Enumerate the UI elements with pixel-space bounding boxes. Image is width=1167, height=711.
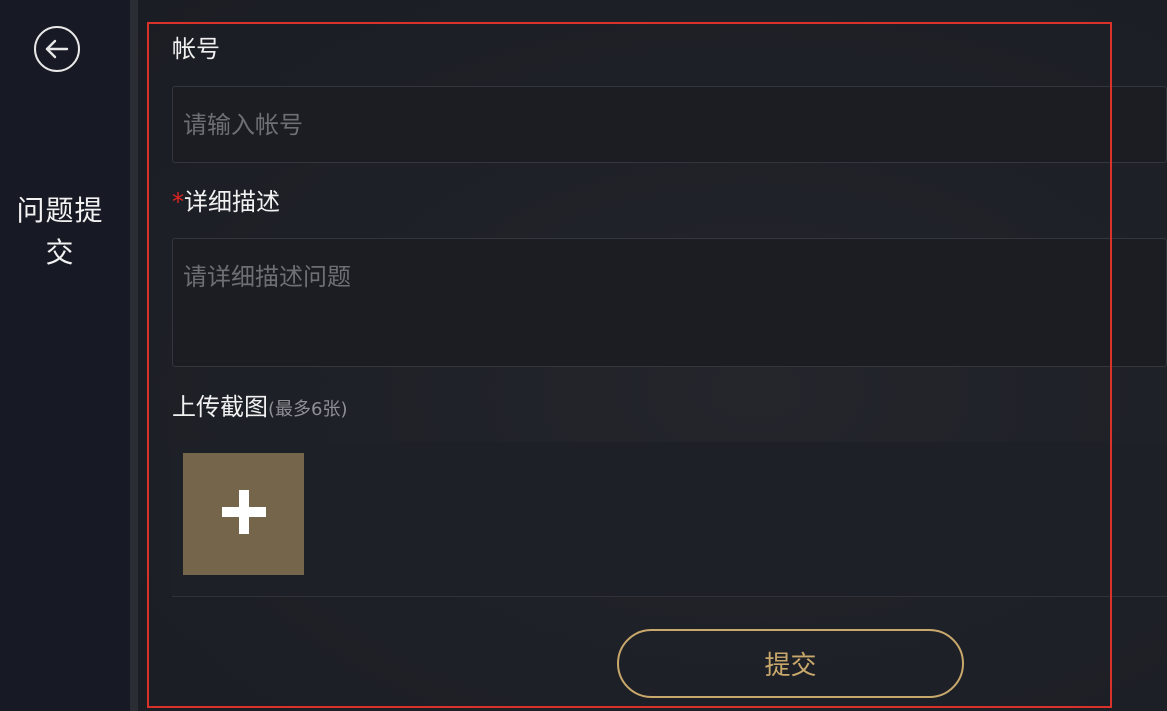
page-title-line1: 问题提 [16,194,104,227]
plus-icon [221,490,266,538]
submit-button[interactable]: 提交 [617,629,964,698]
required-mark: * [172,188,184,216]
description-label-text: 详细描述 [184,188,280,216]
page-title-line2: 交 [45,236,75,269]
description-label: *详细描述 [172,187,280,217]
upload-limit-hint: (最多6张) [268,399,348,420]
account-input[interactable] [172,86,1167,163]
add-screenshot-button[interactable] [183,453,304,575]
sidebar-divider [130,0,138,711]
back-button[interactable] [34,26,80,72]
upload-label: 上传截图(最多6张) [172,392,348,425]
description-textarea[interactable] [172,238,1167,367]
sidebar: 问题提 交 [0,0,130,711]
page-title: 问题提 交 [10,190,110,274]
arrow-left-icon [44,38,70,60]
upload-label-text: 上传截图 [172,393,268,421]
screenshot-upload-area [172,442,1167,597]
account-label: 帐号 [172,35,220,63]
